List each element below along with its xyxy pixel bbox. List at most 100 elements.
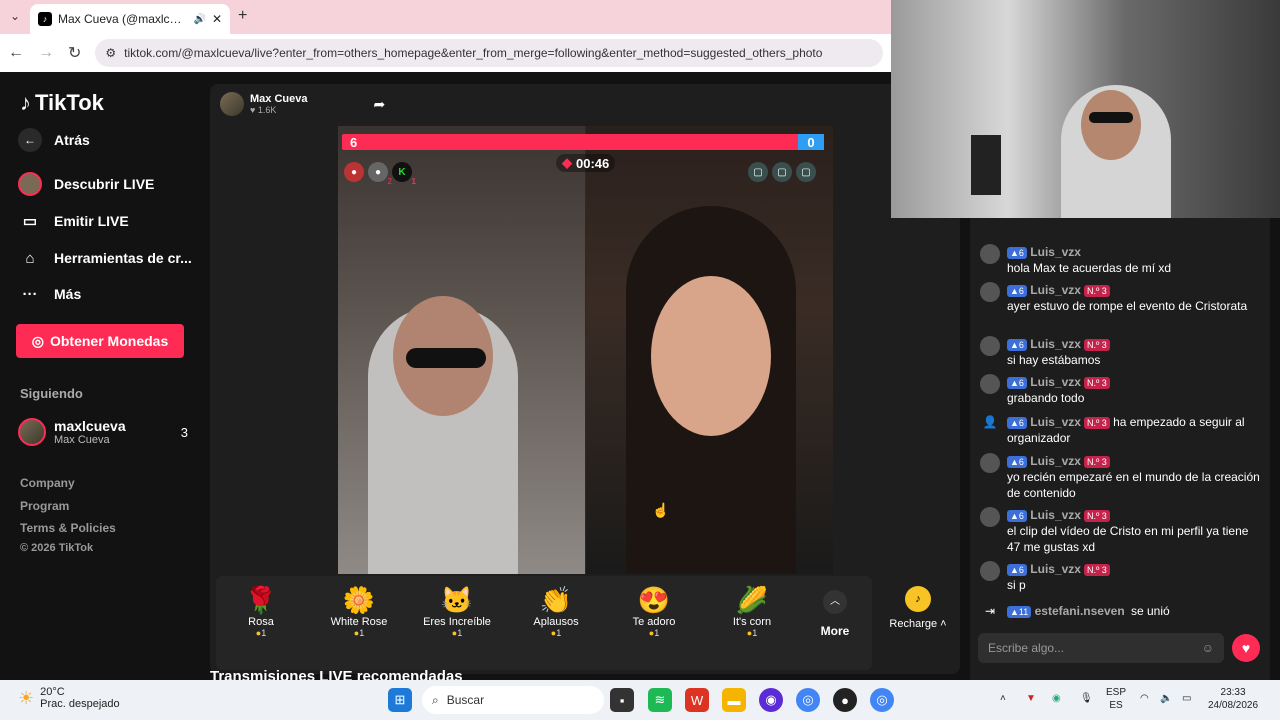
avatar xyxy=(18,418,46,446)
windows-start-icon[interactable]: ⊞ xyxy=(388,688,412,712)
tray-app-icon[interactable]: ▼ xyxy=(1026,692,1036,705)
avatar[interactable] xyxy=(980,282,1000,302)
viewer-avatar[interactable]: K1 xyxy=(392,162,416,186)
pk-right-score: 0 xyxy=(807,134,815,150)
following-count: 3 xyxy=(180,424,188,440)
empty-seat-icon[interactable]: ▢ xyxy=(748,162,768,182)
footer-program-link[interactable]: Program xyxy=(20,499,69,513)
chevron-up-icon: ˄ xyxy=(940,618,947,630)
footer-terms-link[interactable]: Terms & Policies xyxy=(20,521,116,535)
avatar[interactable] xyxy=(980,507,1000,527)
app-icon[interactable]: ◉ xyxy=(759,688,783,712)
tiktok-favicon-icon: ♪ xyxy=(38,12,52,26)
level-badge: ▲6 xyxy=(1007,284,1027,297)
tab-list-icon[interactable]: ⌄ xyxy=(10,9,20,23)
chrome-icon[interactable]: ◎ xyxy=(796,688,820,712)
following-account[interactable]: maxlcueva Max Cueva 3 xyxy=(18,418,188,446)
sidebar-item-more[interactable]: ··· Más xyxy=(18,282,82,306)
back-arrow-icon: ← xyxy=(18,128,42,152)
live-video[interactable] xyxy=(338,126,833,574)
browser-tab-strip: ⌄ ♪ Max Cueva (@maxlcueva) e 🔊 ✕ + xyxy=(0,0,891,34)
fan-badge: N.º 3 xyxy=(1083,284,1110,297)
language-indicator[interactable]: ESP ES xyxy=(1106,686,1126,712)
sidebar-item-go-live[interactable]: ▭ Emitir LIVE xyxy=(18,209,129,233)
like-heart-button[interactable]: ♥ xyxy=(1232,634,1260,662)
chat-input[interactable]: Escribe algo... ☺ xyxy=(978,633,1224,663)
url-field[interactable]: ⚙ tiktok.com/@maxlcueva/live?enter_from=… xyxy=(95,39,883,67)
empty-seat-icon[interactable]: ▢ xyxy=(796,162,816,182)
host-info[interactable]: Max Cueva ♥ 1.6K ➦ xyxy=(220,92,385,116)
sidebar-item-discover-live[interactable]: Descubrir LIVE xyxy=(18,172,154,196)
sidebar: ♪ TikTok ← Atrás Descubrir LIVE ▭ Emitir… xyxy=(0,72,200,680)
avatar[interactable] xyxy=(980,561,1000,581)
sun-icon: ☀ xyxy=(18,687,35,708)
rose-icon: 🌹 xyxy=(244,585,278,615)
reload-icon[interactable]: ↻ xyxy=(68,43,81,63)
wifi-icon[interactable]: ◠ xyxy=(1140,692,1149,705)
tab-title: Max Cueva (@maxlcueva) e xyxy=(58,12,187,26)
level-badge: ▲6 xyxy=(1007,509,1027,522)
fan-badge: N.º 3 xyxy=(1083,455,1110,468)
clap-icon: 👏 xyxy=(539,585,573,615)
share-icon[interactable]: ➦ xyxy=(373,96,385,113)
left-seats: ● ● 2 K1 xyxy=(344,162,416,186)
get-coins-button[interactable]: ◎ Obtener Monedas xyxy=(16,324,184,358)
avatar[interactable] xyxy=(980,336,1000,356)
url-text: tiktok.com/@maxlcueva/live?enter_from=ot… xyxy=(124,46,823,60)
file-explorer-icon[interactable]: ▬ xyxy=(722,688,746,712)
sidebar-item-back[interactable]: ← Atrás xyxy=(18,128,90,152)
obs-icon[interactable]: ● xyxy=(833,688,857,712)
following-username: maxlcueva xyxy=(54,418,126,434)
tiktok-coin-icon: ♪ xyxy=(905,586,931,612)
forward-icon[interactable]: → xyxy=(38,44,54,62)
viewer-avatar[interactable]: ● 2 xyxy=(368,162,392,186)
site-info-icon[interactable]: ⚙ xyxy=(105,46,116,60)
volume-icon[interactable]: 🔈 xyxy=(1160,692,1172,705)
level-badge: ▲6 xyxy=(1007,246,1027,259)
gift-te-adoro[interactable]: 😍 Te adoro ●1 xyxy=(609,584,699,638)
clock[interactable]: 23:33 24/08/2026 xyxy=(1208,686,1258,712)
gift-white-rose[interactable]: 🌼 White Rose ●1 xyxy=(314,584,404,638)
wps-icon[interactable]: W xyxy=(685,688,709,712)
emoji-icon[interactable]: ☺ xyxy=(1202,641,1214,655)
weather-widget[interactable]: ☀ 20°C Prac. despejado xyxy=(18,686,120,710)
level-badge: ▲6 xyxy=(1007,563,1027,576)
seat-icon[interactable]: ● xyxy=(344,162,364,182)
new-tab-icon[interactable]: + xyxy=(238,7,247,25)
fan-badge: N.º 3 xyxy=(1083,416,1110,429)
spotify-icon[interactable]: ≋ xyxy=(648,688,672,712)
gift-rosa[interactable]: 🌹 Rosa ●1 xyxy=(216,584,306,638)
avatar[interactable] xyxy=(980,453,1000,473)
gift-its-corn[interactable]: 🌽 It's corn ●1 xyxy=(707,584,797,638)
audio-icon[interactable]: 🔊 xyxy=(193,14,205,25)
close-tab-icon[interactable]: ✕ xyxy=(212,12,222,26)
browser-tab[interactable]: ♪ Max Cueva (@maxlcueva) e 🔊 ✕ xyxy=(30,4,230,34)
task-view-icon[interactable]: ▪ xyxy=(610,688,634,712)
chat-message: ▲6 Luis_vzx N.º 3 yo recién empezaré en el… xyxy=(980,453,1265,501)
avatar[interactable] xyxy=(980,244,1000,264)
webcam-overlay xyxy=(891,0,1280,218)
sidebar-item-creator-tools[interactable]: ⌂ Herramientas de cr... xyxy=(18,246,191,270)
pk-score-bar: 6 0 xyxy=(342,134,824,150)
taskbar-search[interactable]: ⌕ Buscar xyxy=(422,686,604,714)
footer-company-link[interactable]: Company xyxy=(20,476,75,490)
chat-message: ▲6 Luis_vzx N.º 3 el clip del vídeo de Cri… xyxy=(980,507,1265,555)
gift-more-button[interactable]: ︿ More xyxy=(790,584,880,638)
battle-icon: ◆ xyxy=(562,155,572,170)
gift-aplausos[interactable]: 👏 Aplausos ●1 xyxy=(511,584,601,638)
gift-eres-increible[interactable]: 🐱 Eres Increíble ●1 xyxy=(412,584,502,638)
tray-app-icon[interactable]: ◉ xyxy=(1052,692,1061,705)
empty-seat-icon[interactable]: ▢ xyxy=(772,162,792,182)
tiktok-logo[interactable]: ♪ TikTok xyxy=(20,90,104,116)
microphone-icon[interactable]: 🎙 xyxy=(1080,692,1093,705)
tray-chevron-icon[interactable]: ˄ xyxy=(1000,692,1006,705)
pk-timer: ◆ 00:46 xyxy=(556,154,616,172)
back-icon[interactable]: ← xyxy=(8,44,24,62)
recharge-button[interactable]: ♪ Recharge ˄ xyxy=(878,576,958,670)
camera-icon: ▭ xyxy=(22,213,38,230)
battery-icon[interactable]: ▭ xyxy=(1182,692,1191,705)
chrome-active-icon[interactable]: ◎ xyxy=(870,688,894,712)
avatar[interactable] xyxy=(980,374,1000,394)
gift-bar: 🌹 Rosa ●1 🌼 White Rose ●1 🐱 Eres Increíb… xyxy=(216,576,872,670)
host-avatar[interactable] xyxy=(220,92,244,116)
